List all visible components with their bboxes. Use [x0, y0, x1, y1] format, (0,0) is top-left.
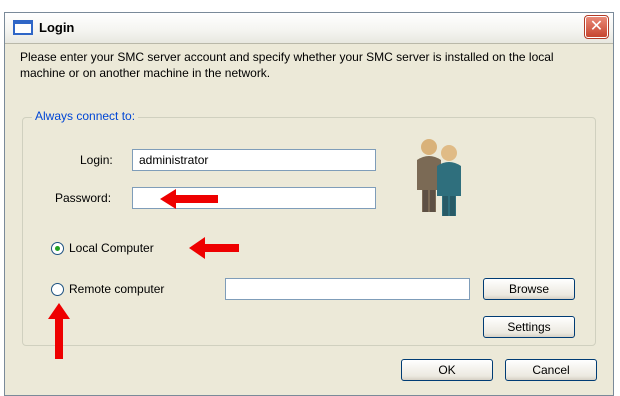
remote-computer-label[interactable]: Remote computer	[69, 282, 164, 296]
local-computer-label[interactable]: Local Computer	[69, 241, 154, 255]
groupbox-legend: Always connect to:	[32, 109, 139, 123]
users-icon	[417, 139, 461, 216]
browse-button[interactable]: Browse	[483, 278, 575, 300]
close-button[interactable]: ✕	[584, 15, 609, 39]
close-icon: ✕	[589, 18, 604, 35]
settings-button[interactable]: Settings	[483, 316, 575, 338]
red-arrow-up	[48, 303, 70, 359]
red-arrow-left	[160, 189, 218, 209]
ok-button[interactable]: OK	[401, 359, 493, 381]
window-icon	[13, 20, 33, 35]
remote-computer-input[interactable]	[225, 278, 470, 300]
login-label: Login:	[80, 153, 113, 167]
local-computer-radio[interactable]	[51, 242, 64, 255]
red-arrow-left	[189, 237, 239, 259]
title-bar: Login ✕	[5, 13, 613, 44]
radio-selected-dot	[55, 246, 60, 251]
window-title: Login	[39, 20, 75, 35]
cancel-button[interactable]: Cancel	[505, 359, 597, 381]
intro-text: Please enter your SMC server account and…	[20, 50, 554, 80]
remote-computer-radio[interactable]	[51, 283, 64, 296]
password-label: Password:	[55, 191, 112, 205]
login-input[interactable]: administrator	[132, 149, 376, 171]
